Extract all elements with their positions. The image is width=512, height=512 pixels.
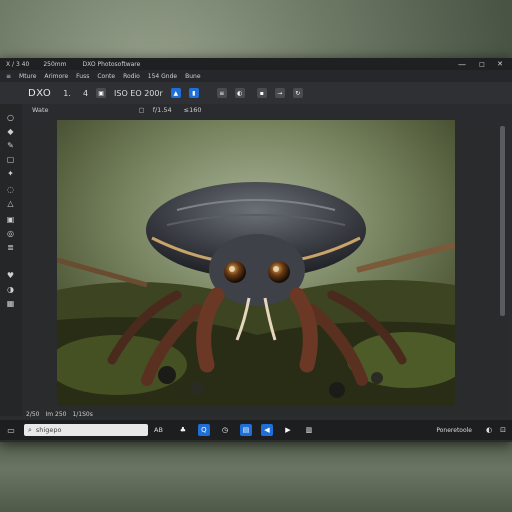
- toolbar-item-1[interactable]: 1.: [63, 89, 71, 98]
- menu-item-5[interactable]: Rodio: [123, 73, 140, 80]
- camera-icon[interactable]: ▲: [170, 88, 181, 98]
- taskbar: ▭ ⌕ shigepo AB ♣ Q ◷ ▤ ◀ ▶ ▥ Poneretoole…: [0, 420, 512, 440]
- layers-icon[interactable]: ≣: [5, 242, 16, 253]
- info-bar: Wate ▢ f/1.54 ≤160: [22, 104, 512, 116]
- app-title: DXO Photosoftware: [82, 60, 141, 68]
- people-icon[interactable]: ♣: [177, 424, 189, 436]
- title-mid: 250mm: [43, 60, 67, 68]
- title-bar: X / 3 40 250mm DXO Photosoftware — □ ✕: [0, 58, 512, 70]
- title-left: X / 3 40: [6, 60, 30, 68]
- search-icon: ⌕: [28, 425, 32, 434]
- photo-preview[interactable]: [57, 120, 455, 406]
- sliders-icon[interactable]: ≡: [216, 88, 227, 98]
- clock-icon[interactable]: ◷: [219, 424, 231, 436]
- brush-icon[interactable]: ✎: [5, 140, 16, 151]
- desktop-background-lower: [0, 440, 512, 512]
- maximize-button[interactable]: □: [472, 58, 492, 70]
- circle-icon[interactable]: ○: [5, 112, 16, 123]
- taskbar-search[interactable]: ⌕ shigepo: [24, 424, 148, 436]
- image-icon[interactable]: ▣: [96, 88, 107, 98]
- photo-app-window: X / 3 40 250mm DXO Photosoftware — □ ✕ ≡…: [0, 58, 512, 442]
- image-canvas[interactable]: [22, 116, 498, 416]
- square-icon[interactable]: ▢: [5, 154, 16, 165]
- hamburger-icon[interactable]: ≡: [6, 73, 11, 80]
- fill-icon[interactable]: ◆: [5, 126, 16, 137]
- notification-icon[interactable]: ⊡: [498, 425, 508, 435]
- tiles-icon[interactable]: ▤: [239, 424, 252, 436]
- toolbar: DXO 1. 4 ▣ ISO EO 200r ▲ ▮ ≡ ◐ ▪ → ↻: [0, 82, 512, 104]
- menu-bar: ≡ Mture Arimore Fuss Conte Rodio 154 Gnd…: [0, 70, 512, 82]
- app-logo: DXO: [28, 87, 52, 99]
- status-right: 1/1S0s: [72, 410, 93, 418]
- history-icon[interactable]: ↻: [292, 88, 303, 98]
- iso-readout: ISO EO 200r: [114, 88, 163, 98]
- ai-label[interactable]: AB: [154, 426, 163, 434]
- status-left: 2/50: [26, 410, 40, 418]
- left-toolbar: ○ ◆ ✎ ▢ ✦ ◌ △ ▣ ◎ ≣ ♥ ◑ ▦: [0, 104, 23, 416]
- search-app-icon[interactable]: Q: [197, 424, 210, 436]
- menu-item-6[interactable]: 154 Gnde: [148, 73, 177, 80]
- menu-item-1[interactable]: Mture: [19, 73, 36, 80]
- shutter-readout: ≤160: [183, 106, 202, 114]
- heart-icon[interactable]: ♥: [5, 270, 16, 281]
- tray-text[interactable]: Poneretoole: [436, 427, 472, 434]
- shape-icon[interactable]: △: [5, 198, 16, 209]
- status-mid: Im 250: [45, 410, 67, 418]
- adjust-icon[interactable]: ◐: [234, 88, 245, 98]
- start-icon[interactable]: ▭: [6, 425, 16, 435]
- star-icon[interactable]: ✦: [5, 168, 16, 179]
- aperture-readout: f/1.54: [152, 106, 172, 114]
- histogram-icon[interactable]: ▮: [188, 88, 199, 98]
- lens-icon: ▢: [138, 106, 145, 114]
- menu-item-4[interactable]: Conte: [97, 73, 115, 80]
- picture-icon[interactable]: ▣: [5, 214, 16, 225]
- lasso-icon[interactable]: ◌: [5, 184, 16, 195]
- tone-icon[interactable]: ◑: [5, 284, 16, 295]
- info-label: Wate: [32, 106, 49, 114]
- grid-icon[interactable]: ▦: [5, 298, 16, 309]
- send-icon[interactable]: ◀: [260, 424, 273, 436]
- menu-item-3[interactable]: Fuss: [76, 73, 89, 80]
- target-icon[interactable]: ◎: [5, 228, 16, 239]
- search-text: shigepo: [35, 426, 62, 434]
- menu-item-7[interactable]: Bune: [185, 73, 200, 80]
- minimize-button[interactable]: —: [452, 58, 472, 70]
- scrollbar-thumb[interactable]: [500, 126, 505, 316]
- status-bar: 2/50 Im 250 1/1S0s: [22, 409, 498, 419]
- toolbar-item-2[interactable]: 4: [83, 89, 88, 98]
- video-icon[interactable]: ▶: [282, 424, 294, 436]
- export-icon[interactable]: →: [274, 88, 285, 98]
- insect-photo: [57, 120, 455, 406]
- crop-icon[interactable]: ▪: [256, 88, 267, 98]
- menu-item-2[interactable]: Arimore: [44, 73, 68, 80]
- vertical-scrollbar[interactable]: [498, 116, 508, 416]
- close-button[interactable]: ✕: [490, 58, 510, 70]
- network-icon[interactable]: ◐: [484, 425, 494, 435]
- notes-icon[interactable]: ▥: [303, 424, 315, 436]
